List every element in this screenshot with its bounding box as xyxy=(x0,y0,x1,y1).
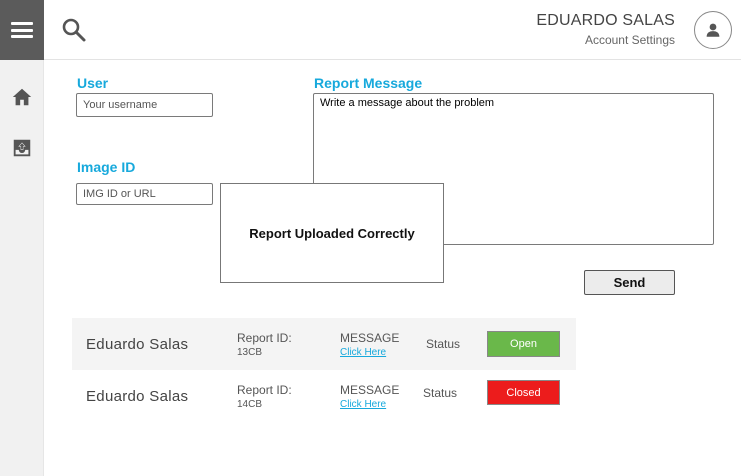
report-message-label: Report Message xyxy=(314,75,423,91)
message-link[interactable]: Click Here xyxy=(340,399,386,410)
message-link[interactable]: Click Here xyxy=(340,347,386,358)
status-label: Status xyxy=(426,337,461,351)
status-label: Status xyxy=(423,386,458,400)
user-icon xyxy=(706,23,720,37)
report-id-label: Report ID: xyxy=(237,331,292,345)
report-id-value: 13CB xyxy=(237,347,263,358)
upload-icon[interactable] xyxy=(11,137,33,159)
report-row: Eduardo Salas Report ID: 14CB MESSAGE Cl… xyxy=(72,370,576,422)
username-input[interactable] xyxy=(76,93,213,117)
report-id-value: 14CB xyxy=(237,399,263,410)
user-label: User xyxy=(77,75,109,91)
top-bar: EDUARDO SALAS Account Settings xyxy=(44,0,741,60)
report-id-label: Report ID: xyxy=(237,383,292,397)
send-button[interactable]: Send xyxy=(584,270,675,295)
menu-button[interactable] xyxy=(0,0,44,60)
home-icon[interactable] xyxy=(11,86,33,108)
report-author: Eduardo Salas xyxy=(86,336,189,353)
status-badge-closed[interactable]: Closed xyxy=(487,380,560,405)
report-author: Eduardo Salas xyxy=(86,388,189,405)
search-icon[interactable] xyxy=(61,17,87,43)
user-name: EDUARDO SALAS xyxy=(536,12,675,29)
avatar-button[interactable] xyxy=(694,11,732,49)
confirmation-message: Report Uploaded Correctly xyxy=(249,225,415,241)
upload-confirmation-dialog: Report Uploaded Correctly xyxy=(220,183,444,283)
message-label: MESSAGE xyxy=(340,383,400,397)
side-nav xyxy=(0,0,44,476)
message-label: MESSAGE xyxy=(340,331,400,345)
status-badge-open[interactable]: Open xyxy=(487,331,560,357)
account-settings-link[interactable]: Account Settings xyxy=(585,33,675,47)
hamburger-icon xyxy=(11,22,33,38)
image-id-input[interactable] xyxy=(76,183,213,205)
image-id-label: Image ID xyxy=(77,159,136,175)
report-row: Eduardo Salas Report ID: 13CB MESSAGE Cl… xyxy=(72,318,576,370)
